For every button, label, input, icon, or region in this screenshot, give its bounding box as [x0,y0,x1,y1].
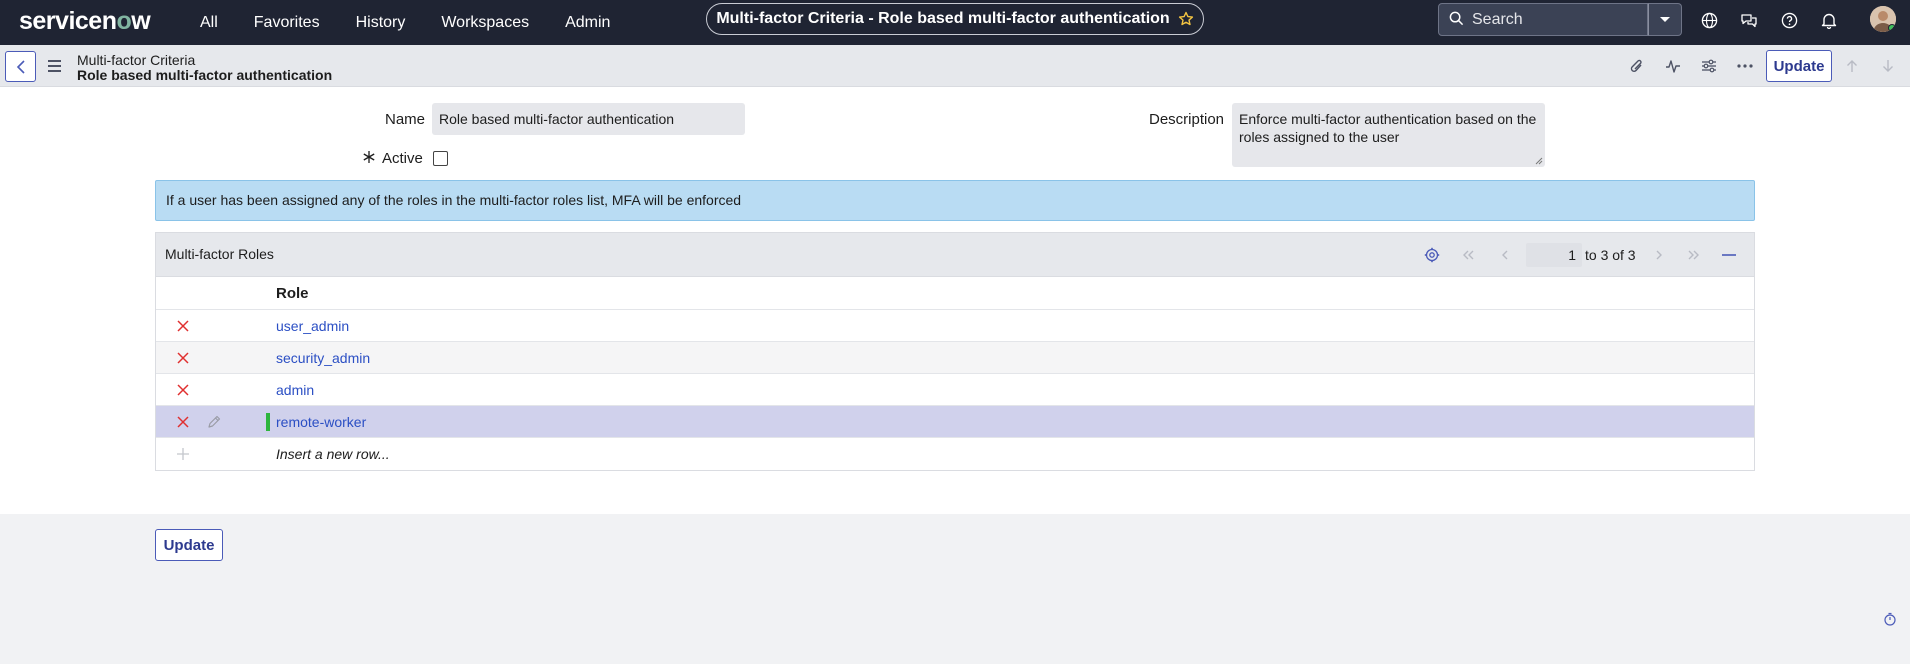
response-time-stopwatch-icon[interactable] [1883,612,1897,626]
roles-table: Role user_admin security_admin admin rem… [155,276,1755,471]
delete-row-x-icon[interactable] [176,319,190,333]
update-button-top[interactable]: Update [1766,50,1832,82]
description-textarea[interactable]: Enforce multi-factor authentication base… [1232,103,1545,167]
search-input[interactable] [1472,10,1632,29]
update-button-bottom[interactable]: Update [155,529,223,561]
table-row: security_admin [156,342,1754,374]
description-text: Enforce multi-factor authentication base… [1239,111,1537,145]
related-list-title: Multi-factor Roles [165,246,274,262]
insert-new-row-label[interactable]: Insert a new row... [276,446,390,462]
breadcrumb-record: Role based multi-factor authentication [77,67,333,83]
activity-icon[interactable] [1664,57,1682,75]
info-message: If a user has been assigned any of the r… [155,180,1755,221]
page-title: Multi-factor Criteria - Role based multi… [716,10,1170,27]
table-row: admin [156,374,1754,406]
page-count: to 3 of 3 [1585,247,1636,263]
plus-icon [177,448,189,460]
previous-record-arrow-up-icon[interactable] [1843,57,1861,75]
next-page-icon[interactable] [1651,247,1667,263]
column-header-role[interactable]: Role [276,285,309,302]
back-button[interactable] [5,51,36,82]
table-row: user_admin [156,310,1754,342]
delete-row-x-icon[interactable] [176,351,190,365]
related-list-header: Multi-factor Roles 1 to 3 of 3 [155,232,1755,276]
globe-icon[interactable] [1699,10,1719,30]
role-link[interactable]: security_admin [276,350,370,366]
search-scope-dropdown[interactable] [1648,3,1682,36]
last-page-icon[interactable] [1686,247,1702,263]
menu-history[interactable]: History [356,14,406,32]
previous-page-icon[interactable] [1497,247,1513,263]
first-page-icon[interactable] [1460,247,1476,263]
settings-sliders-icon[interactable] [1700,57,1718,75]
table-header-row: Role [156,277,1754,310]
attachment-icon[interactable] [1628,57,1646,75]
more-options-icon[interactable] [1736,57,1754,75]
servicenow-logo[interactable]: servicenow [19,6,151,36]
presence-dot [1888,24,1896,32]
search-icon [1449,11,1464,29]
delete-row-x-icon[interactable] [176,415,190,429]
active-label: Active [382,150,423,167]
menu-admin[interactable]: Admin [565,14,610,32]
description-label: Description [1149,111,1225,128]
name-label: Name [385,111,426,128]
chevron-down-icon [1660,16,1670,22]
page-number-input[interactable]: 1 [1526,243,1582,267]
user-avatar[interactable] [1870,6,1896,32]
main-menu: All Favorites History Workspaces Admin [200,0,646,45]
page-title-pill[interactable]: Multi-factor Criteria - Role based multi… [706,3,1204,35]
table-row-selected: remote-worker [156,406,1754,438]
changed-row-indicator [266,413,270,431]
insert-row[interactable]: Insert a new row... [156,438,1754,470]
delete-row-x-icon[interactable] [176,383,190,397]
collapse-list-icon[interactable] [1721,247,1737,263]
chat-icon[interactable] [1739,10,1759,30]
name-field[interactable]: Role based multi-factor authentication [432,103,745,135]
resize-handle-icon[interactable] [1535,157,1543,165]
next-record-arrow-down-icon[interactable] [1879,57,1897,75]
global-search[interactable] [1438,3,1648,36]
edit-pencil-icon[interactable] [206,414,222,430]
role-link[interactable]: remote-worker [276,414,366,430]
role-link[interactable]: user_admin [276,318,349,334]
form-footer [0,514,1910,664]
breadcrumb-table: Multi-factor Criteria [77,52,196,68]
role-link[interactable]: admin [276,382,314,398]
form-header: Multi-factor Criteria Role based multi-f… [0,45,1910,87]
active-checkbox[interactable] [433,151,448,166]
favorite-star-icon[interactable] [1178,11,1194,27]
top-nav: servicenow All Favorites History Workspa… [0,0,1910,45]
list-settings-gear-icon[interactable] [1424,247,1440,263]
chevron-left-icon [16,59,25,74]
help-icon[interactable] [1779,10,1799,30]
menu-all[interactable]: All [200,14,218,32]
menu-workspaces[interactable]: Workspaces [441,14,529,32]
mandatory-asterisk-icon [363,151,375,163]
menu-favorites[interactable]: Favorites [254,14,320,32]
context-menu-icon[interactable] [48,60,61,72]
notification-bell-icon[interactable] [1819,10,1839,30]
